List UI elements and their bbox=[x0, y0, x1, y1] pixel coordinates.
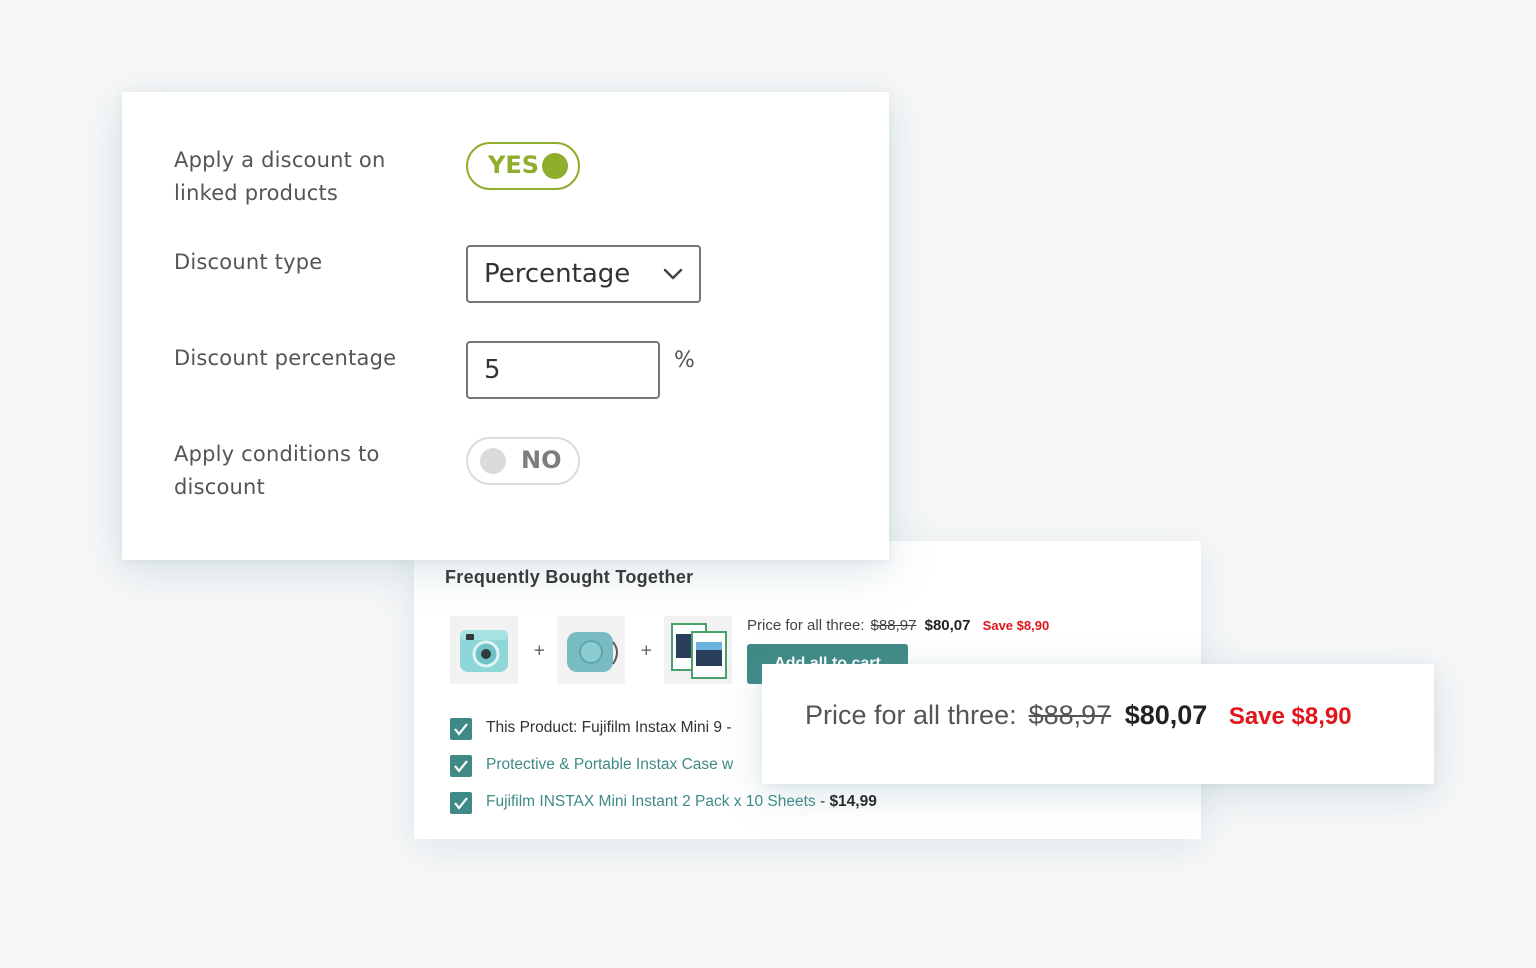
item-link[interactable]: Fujifilm INSTAX Mini Instant 2 Pack x 10… bbox=[486, 793, 816, 810]
percent-symbol: % bbox=[674, 348, 695, 373]
discount-settings-panel: Apply a discount on linked products YES … bbox=[122, 92, 889, 560]
old-price: $88,97 bbox=[870, 617, 917, 634]
apply-conditions-label: Apply conditions to discount bbox=[174, 442, 380, 499]
bundle-price-summary: Price for all three: $88,97 $80,07 Save $… bbox=[747, 617, 1049, 634]
product-thumbnail-camera[interactable] bbox=[450, 616, 518, 684]
item-link[interactable]: Protective & Portable Instax Case w bbox=[486, 756, 733, 774]
discount-percentage-label: Discount percentage bbox=[174, 346, 397, 370]
item-label: This Product: Fujifilm Instax Mini 9 - bbox=[486, 719, 732, 736]
toggle-yes-text: YES bbox=[488, 151, 540, 179]
apply-conditions-toggle[interactable]: NO bbox=[466, 437, 580, 485]
film-pack-icon bbox=[671, 623, 727, 679]
fbt-title: Frequently Bought Together bbox=[445, 567, 694, 587]
chevron-down-icon bbox=[663, 268, 683, 280]
check-icon bbox=[454, 760, 468, 773]
discount-type-label: Discount type bbox=[174, 250, 323, 274]
zoom-price-line: Price for all three: $88,97 $80,07 Save $… bbox=[805, 700, 1352, 731]
item-separator: - bbox=[819, 793, 826, 810]
zoom-save-amount: Save $8,90 bbox=[1228, 703, 1352, 730]
checkbox-checked[interactable] bbox=[450, 718, 472, 740]
check-icon bbox=[454, 723, 468, 736]
zoom-old-price: $88,97 bbox=[1028, 700, 1112, 730]
new-price: $80,07 bbox=[924, 617, 971, 634]
zoom-price-label: Price for all three: bbox=[805, 700, 1017, 730]
plus-separator: + bbox=[533, 641, 546, 659]
discount-percentage-input[interactable] bbox=[466, 341, 660, 399]
price-label: Price for all three: bbox=[747, 617, 865, 634]
camera-icon bbox=[460, 630, 508, 672]
check-icon bbox=[454, 797, 468, 810]
toggle-no-text: NO bbox=[521, 446, 562, 474]
save-amount: Save $8,90 bbox=[982, 618, 1050, 633]
apply-discount-label: Apply a discount on linked products bbox=[174, 148, 386, 205]
checkbox-checked[interactable] bbox=[450, 792, 472, 814]
price-zoom-panel: Price for all three: $88,97 $80,07 Save $… bbox=[762, 664, 1434, 784]
toggle-knob bbox=[542, 153, 568, 179]
item-price: $14,99 bbox=[829, 793, 877, 810]
product-thumbnail-film[interactable] bbox=[664, 616, 732, 684]
zoom-new-price: $80,07 bbox=[1124, 700, 1208, 730]
discount-type-value: Percentage bbox=[484, 259, 631, 289]
item-text: Fujifilm INSTAX Mini Instant 2 Pack x 10… bbox=[486, 793, 877, 811]
camera-case-icon bbox=[567, 632, 618, 672]
toggle-knob bbox=[480, 448, 506, 474]
discount-type-select[interactable]: Percentage bbox=[466, 245, 701, 303]
plus-separator: + bbox=[640, 641, 653, 659]
checkbox-checked[interactable] bbox=[450, 755, 472, 777]
apply-discount-toggle[interactable]: YES bbox=[466, 142, 580, 190]
product-thumbnail-case[interactable] bbox=[557, 616, 625, 684]
